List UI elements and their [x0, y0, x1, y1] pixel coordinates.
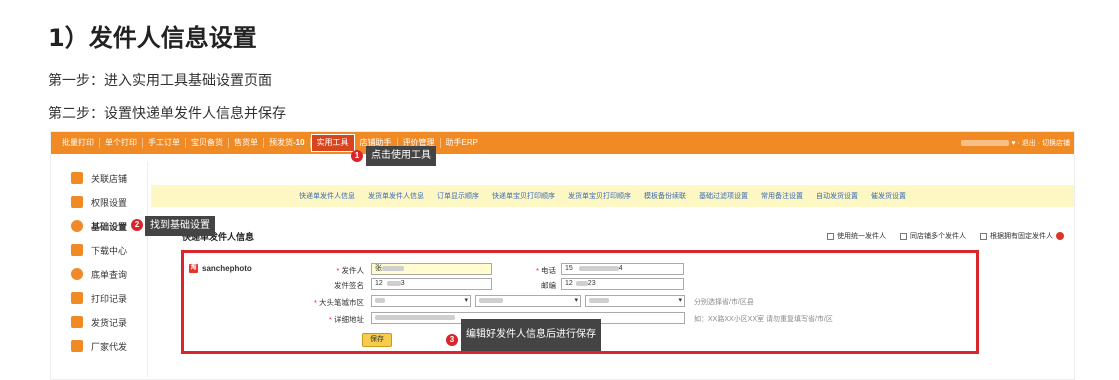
- logout-switch-links[interactable]: · 退出 · 切换店铺: [1018, 140, 1071, 147]
- address-hint: 如：XX路XX小区XX室 请勿重复填写省/市/区: [694, 316, 833, 323]
- subnav-memo-settings[interactable]: 常用备注设置: [761, 191, 803, 201]
- subnav-slip-item-order[interactable]: 发货单宝贝打印顺序: [568, 191, 631, 201]
- heart-icon: ♥: [1011, 140, 1016, 147]
- search-icon: [71, 268, 83, 280]
- sender-input[interactable]: 张: [371, 263, 492, 275]
- sidebar-item-label: 发货记录: [91, 317, 128, 328]
- nav-single-print[interactable]: 单个打印: [100, 138, 143, 148]
- printer-icon: [71, 292, 83, 304]
- subnav-filter-settings[interactable]: 基础过滤项设置: [699, 191, 748, 201]
- gear-icon: [71, 220, 83, 232]
- sender-mode-options: 使用统一发件人 同店铺多个发件人 根据拥有固定发件人: [813, 231, 1064, 241]
- sign-input[interactable]: 12 3: [371, 278, 492, 290]
- sidebar-item-linked-shops[interactable]: 关联店铺: [65, 166, 145, 190]
- sidebar-item-label: 底单查询: [91, 269, 128, 280]
- subnav-template-backup[interactable]: 模板备份续联: [644, 191, 686, 201]
- nav-batch-print[interactable]: 批量打印: [57, 138, 100, 148]
- shop-name: 淘 sanchephoto: [189, 264, 252, 273]
- step-1-text: 第一步：进入实用工具基础设置页面: [48, 73, 272, 89]
- option-label: 使用统一发件人: [837, 233, 886, 240]
- sidebar-item-dropship[interactable]: 厂家代发: [65, 334, 145, 358]
- callout-3: 编辑好发件人信息后进行保存: [461, 319, 601, 351]
- checkbox[interactable]: [827, 232, 834, 240]
- shop-name-text: sanchephoto: [202, 264, 252, 273]
- option-fixed-sender[interactable]: 根据拥有固定发件人: [980, 231, 1064, 241]
- settings-subnav: 快递单发件人信息 发货单发件人信息 订单显示顺序 快递单宝贝打印顺序 发货单宝贝…: [151, 185, 1074, 207]
- option-label: 根据拥有固定发件人: [990, 233, 1053, 240]
- checkbox[interactable]: [900, 232, 907, 240]
- callout-1: 点击使用工具: [366, 146, 436, 166]
- embedded-screenshot: 批量打印 单个打印 手工订单 宝贝备货 售货单 预发货-10 实用工具 店铺助手…: [50, 131, 1075, 380]
- zip-label: 邮编: [541, 281, 556, 290]
- subnav-express-sender[interactable]: 快递单发件人信息: [299, 191, 355, 201]
- city-select[interactable]: [475, 295, 581, 307]
- sidebar-item-download-center[interactable]: 下载中心: [65, 238, 145, 262]
- zip-input[interactable]: 12 23: [561, 278, 684, 290]
- sidebar-item-label: 打印记录: [91, 293, 128, 304]
- sidebar-item-label: 权限设置: [91, 197, 128, 208]
- sidebar-divider: [147, 162, 148, 377]
- phone-label: * 电话: [535, 266, 556, 275]
- help-icon[interactable]: [1056, 232, 1064, 240]
- box-icon: [71, 316, 83, 328]
- callout-2: 找到基础设置: [145, 216, 215, 236]
- nav-sales-slip[interactable]: 售货单: [229, 138, 264, 148]
- nav-item-stock[interactable]: 宝贝备货: [186, 138, 229, 148]
- sidebar-item-permissions[interactable]: 权限设置: [65, 190, 145, 214]
- sidebar-item-label: 基础设置: [91, 221, 128, 232]
- sidebar-item-label: 下载中心: [91, 245, 128, 256]
- sender-label: * 发件人: [336, 266, 364, 275]
- sign-label: 发件签名: [334, 281, 364, 290]
- download-icon: [71, 244, 83, 256]
- nav-manual-order[interactable]: 手工订单: [143, 138, 186, 148]
- nav-pre-ship-label: 预发货: [269, 138, 293, 147]
- subnav-order-display-order[interactable]: 订单显示顺序: [437, 191, 479, 201]
- checkbox[interactable]: [980, 232, 987, 240]
- account-name-redacted: [961, 140, 1010, 147]
- save-button[interactable]: 保存: [362, 333, 392, 347]
- shop-logo-icon: 淘: [189, 264, 198, 273]
- phone-input[interactable]: 15 4: [561, 263, 684, 275]
- step-2-text: 第二步：设置快递单发件人信息并保存: [48, 106, 286, 122]
- area-label: * 大头笔城市区: [313, 298, 364, 307]
- subnav-ship-slip-sender[interactable]: 发货单发件人信息: [368, 191, 424, 201]
- nav-pre-ship[interactable]: 预发货-10: [264, 138, 311, 148]
- factory-icon: [71, 340, 83, 352]
- sidebar-item-label: 关联店铺: [91, 173, 128, 184]
- area-hint: 分别选择省/市/区县: [694, 299, 754, 306]
- callout-1-badge: 1: [351, 150, 363, 162]
- option-unified-sender[interactable]: 使用统一发件人: [827, 231, 886, 241]
- sidebar-item-print-log[interactable]: 打印记录: [65, 286, 145, 310]
- subnav-express-item-order[interactable]: 快递单宝贝打印顺序: [492, 191, 555, 201]
- district-select[interactable]: [585, 295, 685, 307]
- nav-utility-tools[interactable]: 实用工具: [310, 134, 355, 152]
- doc-title: 1）发件人信息设置: [48, 24, 257, 52]
- nav-erp[interactable]: 助手ERP: [441, 138, 483, 148]
- option-multi-sender[interactable]: 同店铺多个发件人: [900, 231, 966, 241]
- callout-2-badge: 2: [131, 219, 143, 231]
- sidebar: 关联店铺 权限设置 基础设置 下载中心 底单查询 打印记录 发货记录 厂家代发: [65, 166, 145, 358]
- option-label: 同店铺多个发件人: [910, 233, 966, 240]
- pending-count-badge: -10: [293, 138, 305, 147]
- lock-icon: [71, 196, 83, 208]
- sidebar-item-label: 厂家代发: [91, 341, 128, 352]
- address-label: * 详细地址: [328, 315, 364, 324]
- top-right-account[interactable]: ♥ · 退出 · 切换店铺: [961, 138, 1070, 148]
- province-select[interactable]: [371, 295, 471, 307]
- subnav-auto-ship[interactable]: 自动发货设置: [816, 191, 858, 201]
- sidebar-item-record-search[interactable]: 底单查询: [65, 262, 145, 286]
- sidebar-item-ship-log[interactable]: 发货记录: [65, 310, 145, 334]
- top-nav-bar: 批量打印 单个打印 手工订单 宝贝备货 售货单 预发货-10 实用工具 店铺助手…: [51, 132, 1074, 154]
- callout-3-badge: 3: [446, 334, 458, 346]
- link-arrows-icon: [71, 172, 83, 184]
- subnav-urge-ship[interactable]: 催发货设置: [871, 191, 906, 201]
